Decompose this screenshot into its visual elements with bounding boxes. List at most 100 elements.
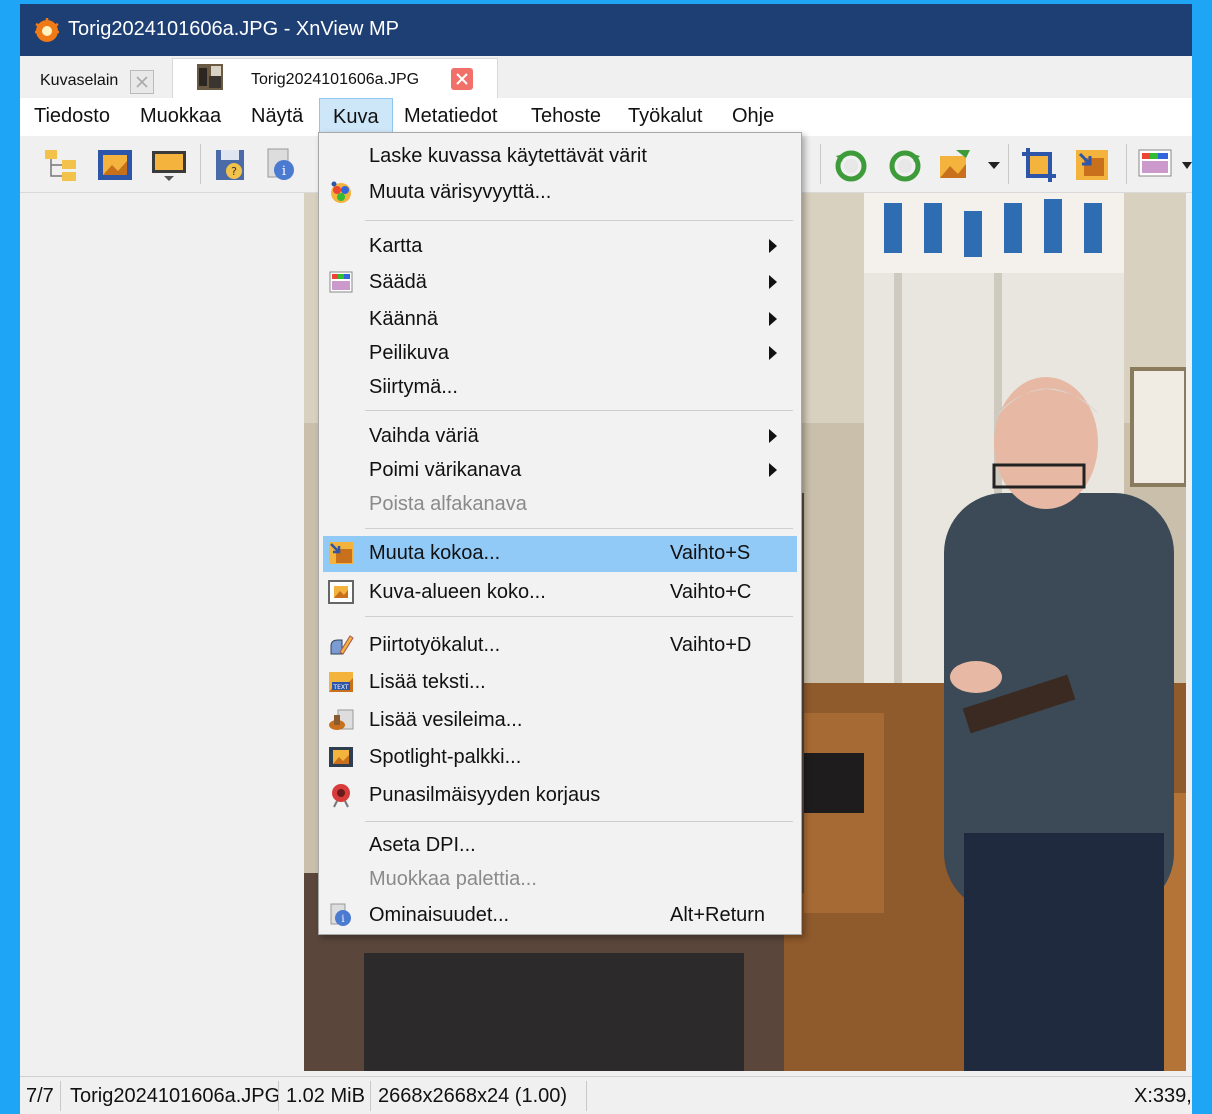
add-text-icon: TEXT	[329, 672, 353, 692]
submenu-arrow-icon	[769, 429, 777, 443]
menu-item-lisaa-teksti[interactable]: TEXT Lisää teksti...	[323, 665, 797, 699]
menu-item-label: Punasilmäisyyden korjaus	[369, 784, 601, 806]
menu-ohje[interactable]: Ohje	[732, 98, 774, 136]
menu-item-laske-varit[interactable]: Laske kuvassa käytettävät värit	[323, 139, 797, 173]
tab-image-label: Torig2024101606a.JPG	[251, 71, 420, 88]
menu-item-peilikuva[interactable]: Peilikuva	[323, 336, 797, 370]
status-filesize: 1.02 MiB	[286, 1085, 365, 1107]
spotlight-icon	[329, 747, 353, 767]
menu-item-vaihda-varia[interactable]: Vaihda väriä	[323, 419, 797, 453]
adjust-colors-icon	[329, 271, 353, 293]
menu-item-shortcut: Alt+Return	[670, 904, 766, 926]
rotate-left-icon[interactable]	[832, 146, 870, 184]
menu-item-label: Kuva-alueen koko...	[369, 581, 546, 603]
status-bar: 7/7 Torig2024101606a.JPG 1.02 MiB 2668x2…	[20, 1076, 1192, 1114]
watermark-icon	[329, 709, 354, 730]
menu-kuva[interactable]: Kuva	[319, 98, 393, 136]
menu-item-spotlight-palkki[interactable]: Spotlight-palkki...	[323, 740, 797, 774]
menu-item-label: Muokkaa palettia...	[369, 868, 537, 890]
menu-item-shortcut: Vaihto+D	[670, 634, 752, 656]
menu-item-siirtyma[interactable]: Siirtymä...	[323, 370, 797, 404]
window-title: Torig2024101606a.JPG - XnView MP	[68, 18, 399, 40]
title-bar[interactable]: Torig2024101606a.JPG - XnView MP	[20, 4, 1192, 56]
menu-item-label: Muuta kokoa...	[369, 542, 501, 564]
tab-image[interactable]: Torig2024101606a.JPG	[172, 58, 498, 99]
menu-item-label: Spotlight-palkki...	[369, 746, 522, 768]
submenu-arrow-icon	[769, 312, 777, 326]
resize-icon	[329, 542, 353, 564]
menu-item-poimi-varikanava[interactable]: Poimi värikanava	[323, 453, 797, 487]
menu-tehoste[interactable]: Tehoste	[531, 98, 601, 136]
menu-item-kartta[interactable]: Kartta	[323, 229, 797, 263]
tab-browser-close-icon[interactable]	[130, 70, 154, 94]
menu-item-label: Peilikuva	[369, 342, 450, 364]
menu-item-label: Lisää teksti...	[369, 671, 486, 693]
save-icon[interactable]: ?	[212, 146, 250, 184]
menu-item-piirtotyokalut[interactable]: Piirtotyökalut... Vaihto+D	[323, 628, 797, 662]
menu-item-label: Muuta värisyvyyttä...	[369, 181, 552, 203]
resize-icon[interactable]	[1074, 146, 1112, 184]
menu-item-muuta-varisyvyytta[interactable]: Muuta värisyvyyttä...	[323, 175, 797, 209]
status-coords: X:339,	[1134, 1085, 1192, 1107]
adjust-colors-icon[interactable]	[1136, 146, 1174, 184]
kuva-dropdown-menu: Laske kuvassa käytettävät värit Muuta vä…	[318, 132, 802, 935]
menu-item-lisaa-vesileima[interactable]: Lisää vesileima...	[323, 703, 797, 737]
svg-text:TEXT: TEXT	[332, 684, 348, 691]
tab-browser[interactable]: Kuvaselain	[30, 62, 160, 98]
rotate-options-icon[interactable]	[936, 146, 974, 184]
menu-item-aseta-dpi[interactable]: Aseta DPI...	[323, 828, 797, 862]
menu-item-label: Säädä	[369, 271, 427, 293]
crop-icon[interactable]	[1020, 146, 1058, 184]
color-depth-icon	[331, 181, 351, 203]
status-filename: Torig2024101606a.JPG	[70, 1085, 281, 1107]
menu-tiedosto[interactable]: Tiedosto	[34, 98, 110, 136]
app-window: Torig2024101606a.JPG - XnView MP Kuvasel…	[20, 4, 1192, 1114]
menu-item-label: Poimi värikanava	[369, 459, 522, 481]
menu-item-saada[interactable]: Säädä	[323, 265, 797, 299]
menu-item-label: Lisää vesileima...	[369, 709, 523, 731]
xnview-logo-icon	[35, 18, 59, 42]
menu-tyokalut[interactable]: Työkalut	[628, 98, 702, 136]
menu-item-punasilmaisyys[interactable]: Punasilmäisyyden korjaus	[323, 778, 797, 812]
chevron-down-icon[interactable]	[1182, 162, 1192, 170]
chevron-down-icon[interactable]	[988, 162, 1000, 170]
menu-item-label: Vaihda väriä	[369, 425, 479, 447]
menu-item-shortcut: Vaihto+S	[670, 542, 751, 564]
fullscreen-icon[interactable]	[96, 146, 134, 184]
tab-image-close-icon[interactable]	[451, 68, 473, 90]
rotate-right-icon[interactable]	[886, 146, 924, 184]
left-panel	[20, 193, 305, 1071]
menu-metatiedot[interactable]: Metatiedot	[404, 98, 497, 136]
slideshow-icon[interactable]	[150, 146, 188, 184]
menu-item-label: Poista alfakanava	[369, 493, 527, 515]
info-icon[interactable]: i	[262, 146, 300, 184]
image-thumbnail-icon	[197, 64, 223, 90]
submenu-arrow-icon	[769, 239, 777, 253]
menu-item-label: Kartta	[369, 235, 423, 257]
menu-item-muokkaa-palettia: Muokkaa palettia...	[323, 862, 797, 896]
menu-item-label: Laske kuvassa käytettävät värit	[369, 145, 647, 167]
menu-muokkaa[interactable]: Muokkaa	[140, 98, 221, 136]
browse-folders-icon[interactable]	[42, 146, 80, 184]
status-dimensions: 2668x2668x24 (1.00)	[378, 1085, 568, 1107]
menu-item-shortcut: Vaihto+C	[670, 581, 752, 603]
menu-item-label: Aseta DPI...	[369, 834, 476, 856]
red-eye-icon	[332, 784, 350, 808]
menu-item-muuta-kokoa[interactable]: Muuta kokoa... Vaihto+S	[323, 536, 797, 572]
svg-text:?: ?	[231, 165, 237, 178]
submenu-arrow-icon	[769, 346, 777, 360]
drawing-tools-icon	[330, 635, 354, 655]
menu-item-ominaisuudet[interactable]: i Ominaisuudet... Alt+Return	[323, 898, 797, 932]
menu-item-label: Piirtotyökalut...	[369, 634, 501, 656]
menu-item-label: Ominaisuudet...	[369, 904, 510, 926]
tab-bar: Kuvaselain Torig2024101606a.JPG	[20, 56, 1192, 99]
menu-item-label: Siirtymä...	[369, 376, 458, 398]
svg-text:i: i	[282, 164, 286, 179]
menu-item-kaanna[interactable]: Käännä	[323, 302, 797, 336]
menu-item-kuva-alueen-koko[interactable]: Kuva-alueen koko... Vaihto+C	[323, 575, 797, 609]
submenu-arrow-icon	[769, 463, 777, 477]
menu-bar: Tiedosto Muokkaa Näytä Kuva Metatiedot T…	[20, 98, 1192, 136]
menu-nayta[interactable]: Näytä	[251, 98, 303, 136]
menu-item-poista-alfakanava: Poista alfakanava	[323, 487, 797, 521]
status-position: 7/7	[26, 1085, 54, 1107]
